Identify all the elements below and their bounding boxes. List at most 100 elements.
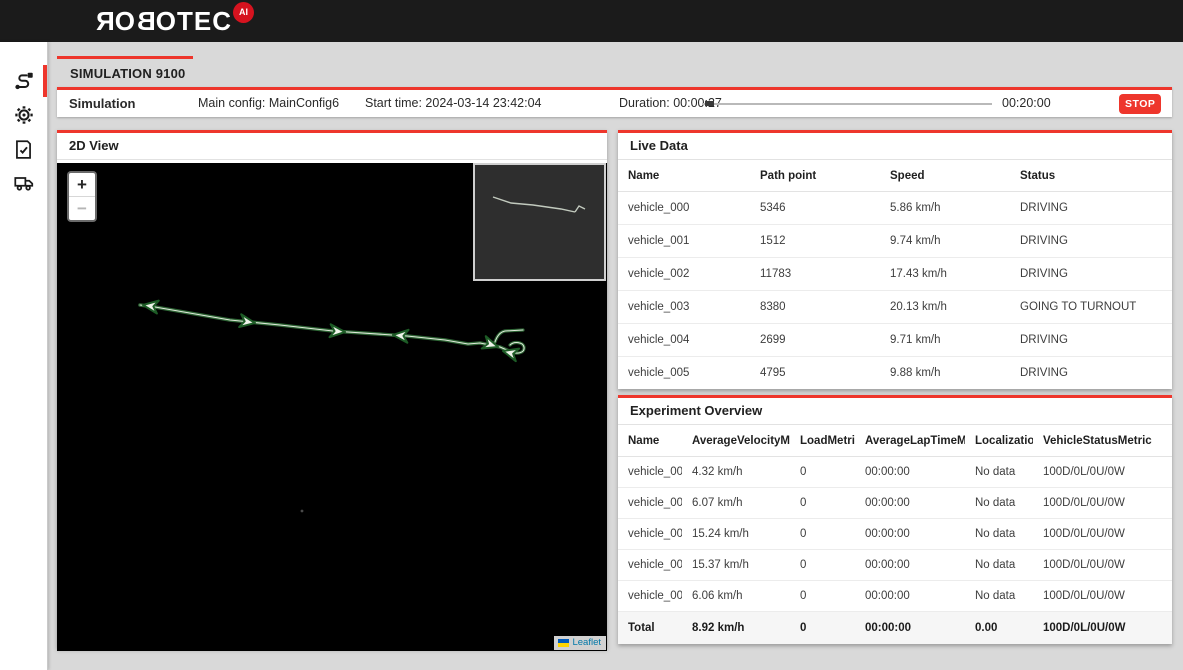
table-cell: 17.43 km/h <box>880 258 1010 291</box>
experiment-overview-header-row: NameAverageVelocityMetricLoadMetricAvera… <box>618 425 1172 457</box>
table-cell: 00:00:00 <box>855 581 965 612</box>
column-header: Localization <box>965 425 1033 457</box>
table-cell: 6.07 km/h <box>682 488 790 519</box>
experiment-overview-panel: Experiment Overview NameAverageVelocityM… <box>618 395 1172 644</box>
table-cell: 0 <box>790 550 855 581</box>
table-cell: vehicle_000 <box>618 457 682 488</box>
sidebar-item-reports[interactable] <box>0 132 47 166</box>
table-cell: 5.86 km/h <box>880 192 1010 225</box>
logo-text: ROBOTEC <box>95 0 232 42</box>
table-cell: vehicle_001 <box>618 488 682 519</box>
table-cell: 0 <box>790 488 855 519</box>
table-row: vehicle_00315.37 km/h000:00:00No data100… <box>618 550 1172 581</box>
simulation-bar: Simulation Main config: MainConfig6 Star… <box>57 87 1172 117</box>
column-header: AverageLapTimeMetric <box>855 425 965 457</box>
table-cell: vehicle_005 <box>618 357 750 390</box>
zoom-out-button[interactable]: − <box>69 196 95 220</box>
table-cell: 00:00:00 <box>855 612 965 645</box>
table-cell: No data <box>965 550 1033 581</box>
table-cell: vehicle_001 <box>618 225 750 258</box>
table-cell: 100D/0L/0U/0W <box>1033 519 1172 550</box>
table-cell: 00:00:00 <box>855 519 965 550</box>
table-cell: 0 <box>790 457 855 488</box>
table-cell: 11783 <box>750 258 880 291</box>
table-cell: 0 <box>790 581 855 612</box>
table-cell: No data <box>965 519 1033 550</box>
sidebar-item-vehicles[interactable] <box>0 166 47 200</box>
truck-icon <box>13 172 35 194</box>
table-cell: 15.37 km/h <box>682 550 790 581</box>
logo-ai-badge: AI <box>233 2 254 23</box>
column-header: Name <box>618 425 682 457</box>
table-cell: DRIVING <box>1010 192 1172 225</box>
table-cell: 0.00 <box>965 612 1033 645</box>
robotec-logo: ROBOTEC AI <box>95 0 253 42</box>
experiment-overview-table: NameAverageVelocityMetricLoadMetricAvera… <box>618 425 1172 644</box>
map-attribution: Leaflet <box>554 636 606 650</box>
table-cell: DRIVING <box>1010 357 1172 390</box>
table-cell: 5346 <box>750 192 880 225</box>
topbar: ROBOTEC AI <box>0 0 1183 42</box>
map-2d-view[interactable]: + − <box>57 163 607 651</box>
table-row: vehicle_00053465.86 km/hDRIVING <box>618 192 1172 225</box>
ukraine-flag-icon <box>558 639 569 647</box>
map-zoom-control: + − <box>67 171 97 222</box>
live-data-table: NamePath pointSpeedStatus vehicle_000534… <box>618 160 1172 389</box>
live-data-header-row: NamePath pointSpeedStatus <box>618 160 1172 192</box>
map-panel: 2D View + − <box>57 130 607 648</box>
map-panel-title: 2D View <box>57 133 607 160</box>
column-header: Path point <box>750 160 880 192</box>
duration-slider[interactable] <box>702 103 992 105</box>
table-cell: DRIVING <box>1010 324 1172 357</box>
sidebar <box>0 42 48 670</box>
duration-slider-thumb[interactable] <box>705 101 714 106</box>
table-cell: 4.32 km/h <box>682 457 790 488</box>
table-cell: DRIVING <box>1010 258 1172 291</box>
sidebar-item-routes[interactable] <box>0 64 47 98</box>
table-row: vehicle_0046.06 km/h000:00:00No data100D… <box>618 581 1172 612</box>
table-cell: vehicle_003 <box>618 550 682 581</box>
table-row: vehicle_0016.07 km/h000:00:00No data100D… <box>618 488 1172 519</box>
column-header: AverageVelocityMetric <box>682 425 790 457</box>
column-header: Name <box>618 160 750 192</box>
table-cell: No data <box>965 457 1033 488</box>
table-cell: Total <box>618 612 682 645</box>
table-cell: vehicle_004 <box>618 581 682 612</box>
table-cell: 0 <box>790 519 855 550</box>
minimap-path <box>475 165 604 279</box>
table-row: vehicle_00426999.71 km/hDRIVING <box>618 324 1172 357</box>
table-row: vehicle_0021178317.43 km/hDRIVING <box>618 258 1172 291</box>
table-row: vehicle_00115129.74 km/hDRIVING <box>618 225 1172 258</box>
total-row: Total8.92 km/h000:00:000.00100D/0L/0U/0W <box>618 612 1172 645</box>
table-row: vehicle_0004.32 km/h000:00:00No data100D… <box>618 457 1172 488</box>
table-row: vehicle_00215.24 km/h000:00:00No data100… <box>618 519 1172 550</box>
table-cell: No data <box>965 488 1033 519</box>
table-cell: 20.13 km/h <box>880 291 1010 324</box>
table-cell: 9.71 km/h <box>880 324 1010 357</box>
total-time-label: 00:20:00 <box>1002 90 1051 117</box>
experiment-overview-title: Experiment Overview <box>618 398 1172 425</box>
column-header: Speed <box>880 160 1010 192</box>
table-cell: 8.92 km/h <box>682 612 790 645</box>
sidebar-item-settings[interactable] <box>0 98 47 132</box>
table-row: vehicle_003838020.13 km/hGOING TO TURNOU… <box>618 291 1172 324</box>
table-cell: 100D/0L/0U/0W <box>1033 550 1172 581</box>
live-data-title: Live Data <box>618 133 1172 160</box>
table-cell: 100D/0L/0U/0W <box>1033 457 1172 488</box>
main-config-label: Main config: MainConfig6 <box>198 90 339 117</box>
table-cell: vehicle_002 <box>618 519 682 550</box>
leaflet-attribution-link[interactable]: Leaflet <box>572 637 601 648</box>
table-cell: No data <box>965 581 1033 612</box>
table-cell: 8380 <box>750 291 880 324</box>
simulation-bar-title: Simulation <box>69 90 135 117</box>
table-cell: vehicle_003 <box>618 291 750 324</box>
zoom-in-button[interactable]: + <box>69 173 95 196</box>
table-cell: 100D/0L/0U/0W <box>1033 488 1172 519</box>
table-cell: GOING TO TURNOUT <box>1010 291 1172 324</box>
simulation-tab-label: SIMULATION 9100 <box>70 66 185 81</box>
table-cell: 100D/0L/0U/0W <box>1033 581 1172 612</box>
simulation-tab[interactable]: SIMULATION 9100 <box>57 56 193 81</box>
minimap-inset[interactable] <box>473 163 606 281</box>
table-cell: vehicle_002 <box>618 258 750 291</box>
stop-button[interactable]: STOP <box>1119 94 1161 114</box>
